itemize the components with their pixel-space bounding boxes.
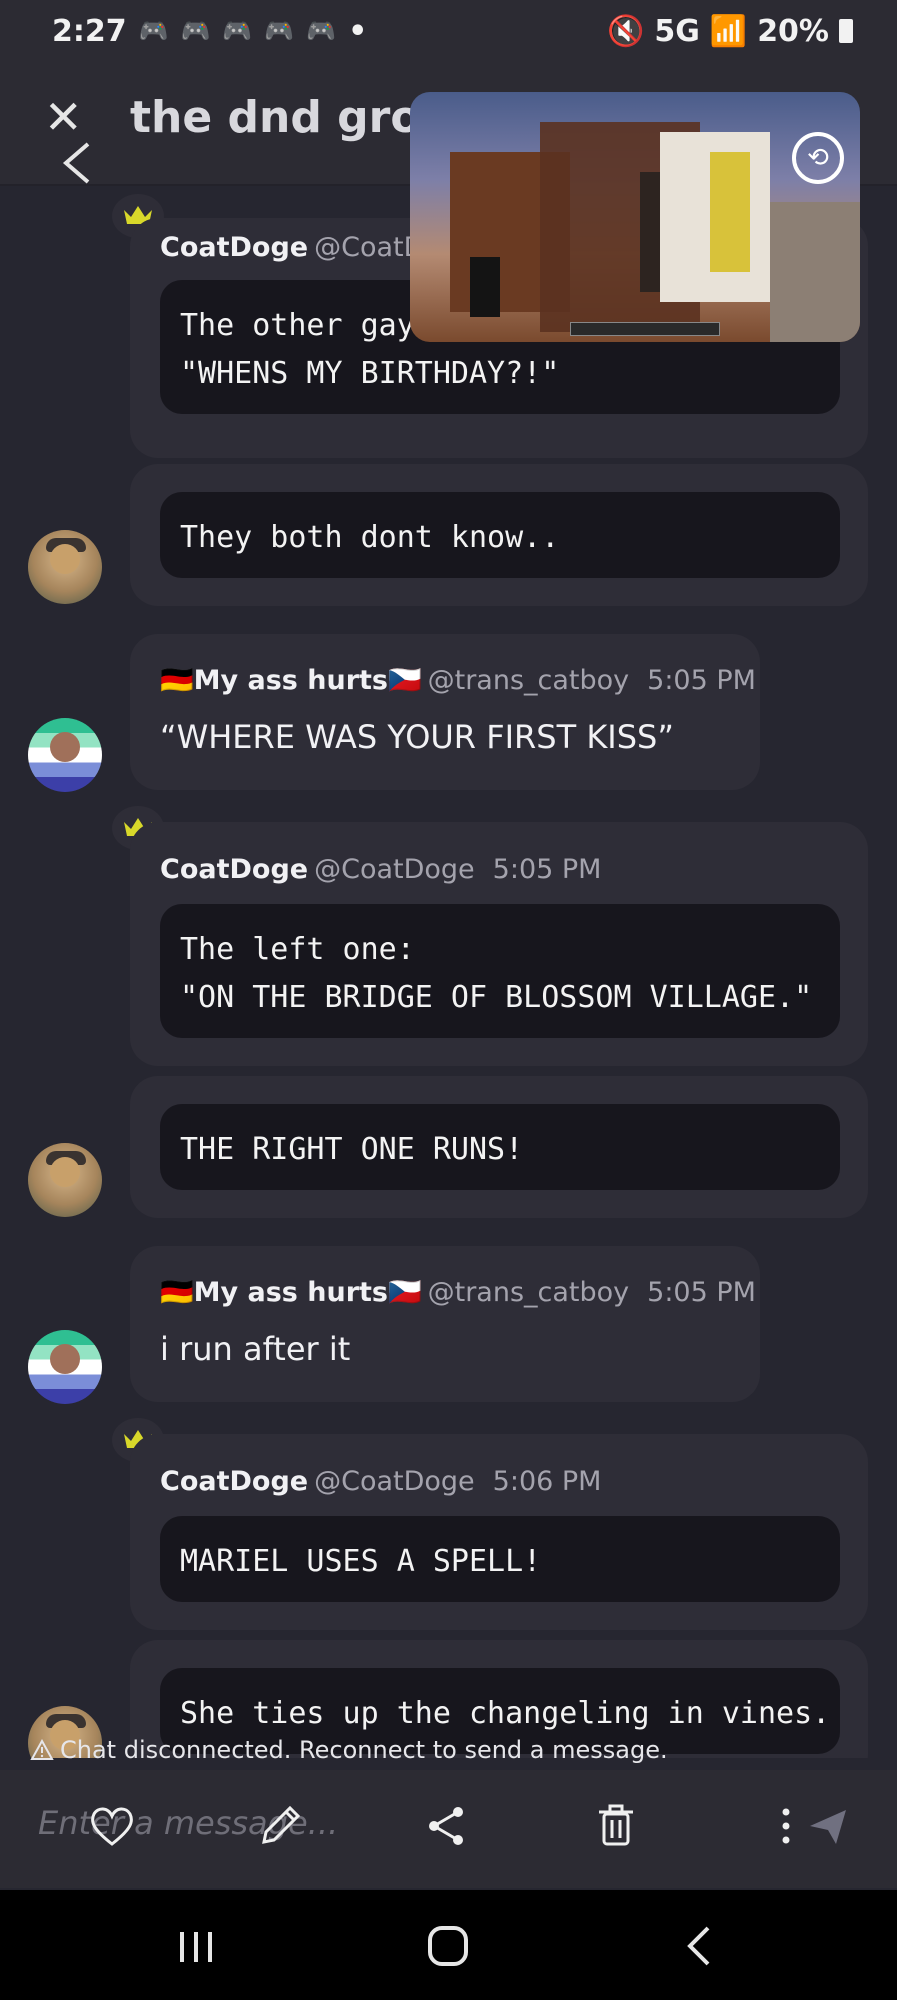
avatar-face: [50, 1344, 80, 1374]
message-header: CoatDoge @CoatDoge 5:06 PM: [160, 1466, 601, 1497]
code-block: They both dont know..: [160, 492, 840, 578]
message-input-bar: Enter a message...: [0, 1770, 897, 1888]
avatar[interactable]: [28, 718, 102, 792]
recent-apps-icon[interactable]: [166, 1918, 226, 1974]
message-text: i run after it: [160, 1330, 351, 1368]
code-block: The left one: "ON THE BRIDGE OF BLOSSOM …: [160, 904, 840, 1038]
disconnect-notice: Chat disconnected. Reconnect to send a m…: [0, 1732, 897, 1768]
message-text: “WHERE WAS YOUR FIRST KISS”: [160, 718, 674, 756]
message-header: CoatDoge @CoatDoge 5:05 PM: [160, 854, 601, 885]
video-scene-block: [710, 152, 750, 272]
message-card: CoatDoge @CoatDoge 5:06 PM MARIEL USES A S…: [130, 1434, 868, 1630]
message-card: THE RIGHT ONE RUNS!: [130, 1076, 868, 1218]
message-card: They both dont know..: [130, 464, 868, 606]
wifi-icon: 📶: [709, 13, 748, 49]
message-time: 5:05 PM: [647, 1277, 756, 1308]
status-bar: 2:27 🎮 🎮 🎮 🎮 🎮 • 🔇 5G 📶 20%: [0, 0, 897, 62]
author-name[interactable]: CoatDoge: [160, 1466, 308, 1497]
author-handle[interactable]: @trans_catboy: [428, 665, 630, 696]
author-name[interactable]: CoatDoge: [160, 232, 308, 263]
author-handle[interactable]: @CoatD: [314, 232, 424, 263]
avatar[interactable]: [28, 1143, 102, 1217]
author-handle[interactable]: @CoatDoge: [314, 854, 475, 885]
author-name[interactable]: CoatDoge: [160, 854, 308, 885]
message-card: 🇩🇪My ass hurts🇨🇿 @trans_catboy 5:05 PM i r…: [130, 1246, 760, 1402]
author-handle[interactable]: @CoatDoge: [314, 1466, 475, 1497]
message-time: 5:05 PM: [647, 665, 756, 696]
picture-in-picture-video[interactable]: ⟲: [410, 92, 860, 342]
message-time: 5:05 PM: [492, 854, 602, 885]
back-arrow-icon[interactable]: [60, 140, 94, 186]
code-block: THE RIGHT ONE RUNS!: [160, 1104, 840, 1190]
disconnect-text: Chat disconnected. Reconnect to send a m…: [60, 1736, 668, 1764]
message-card: 🇩🇪My ass hurts🇨🇿 @trans_catboy 5:05 PM “WH…: [130, 634, 760, 790]
author-name[interactable]: 🇩🇪My ass hurts🇨🇿: [160, 665, 422, 696]
send-icon[interactable]: [800, 1798, 856, 1854]
avatar[interactable]: [28, 1330, 102, 1404]
warning-icon: [30, 1739, 54, 1760]
share-icon[interactable]: [418, 1798, 474, 1854]
author-name[interactable]: 🇩🇪My ass hurts🇨🇿: [160, 1277, 422, 1308]
discord-icon: 🎮: [306, 17, 337, 45]
close-button[interactable]: ✕: [44, 94, 83, 140]
author-handle[interactable]: @trans_catboy: [428, 1277, 630, 1308]
message-header: CoatDoge @CoatD: [160, 232, 424, 263]
rotate-icon[interactable]: ⟲: [792, 132, 844, 184]
message-list[interactable]: CoatDoge@CoatD The other gay lover says:…: [0, 188, 897, 1758]
message-time: 5:06 PM: [492, 1466, 602, 1497]
battery-icon: [839, 19, 853, 43]
android-nav-bar: [0, 1890, 897, 2000]
status-dot: •: [348, 13, 368, 49]
avatar-face: [50, 732, 80, 762]
video-scene-block: [470, 257, 500, 317]
pencil-icon[interactable]: [252, 1798, 308, 1854]
discord-icon: 🎮: [222, 17, 253, 45]
mute-icon: 🔇: [606, 13, 645, 49]
video-scene-block: [770, 202, 860, 342]
status-time: 2:27: [52, 13, 127, 49]
code-block: MARIEL USES A SPELL!: [160, 1516, 840, 1602]
heart-icon[interactable]: [84, 1798, 140, 1854]
message-header: 🇩🇪My ass hurts🇨🇿 @trans_catboy 5:05 PM: [160, 1276, 756, 1308]
video-hotbar: [570, 322, 720, 336]
trash-icon[interactable]: [588, 1798, 644, 1854]
message-header: 🇩🇪My ass hurts🇨🇿 @trans_catboy 5:05 PM: [160, 664, 756, 696]
home-icon[interactable]: [418, 1918, 478, 1974]
message-card: CoatDoge @CoatDoge 5:05 PM The left one: "…: [130, 822, 868, 1066]
avatar-face: [50, 1157, 80, 1187]
network-label: 5G: [654, 13, 700, 49]
discord-icon: 🎮: [264, 17, 295, 45]
discord-icon: 🎮: [138, 17, 169, 45]
battery-percent: 20%: [757, 13, 829, 49]
back-icon[interactable]: [670, 1918, 730, 1974]
avatar[interactable]: [28, 530, 102, 604]
avatar-face: [50, 544, 80, 574]
discord-icon: 🎮: [180, 17, 211, 45]
